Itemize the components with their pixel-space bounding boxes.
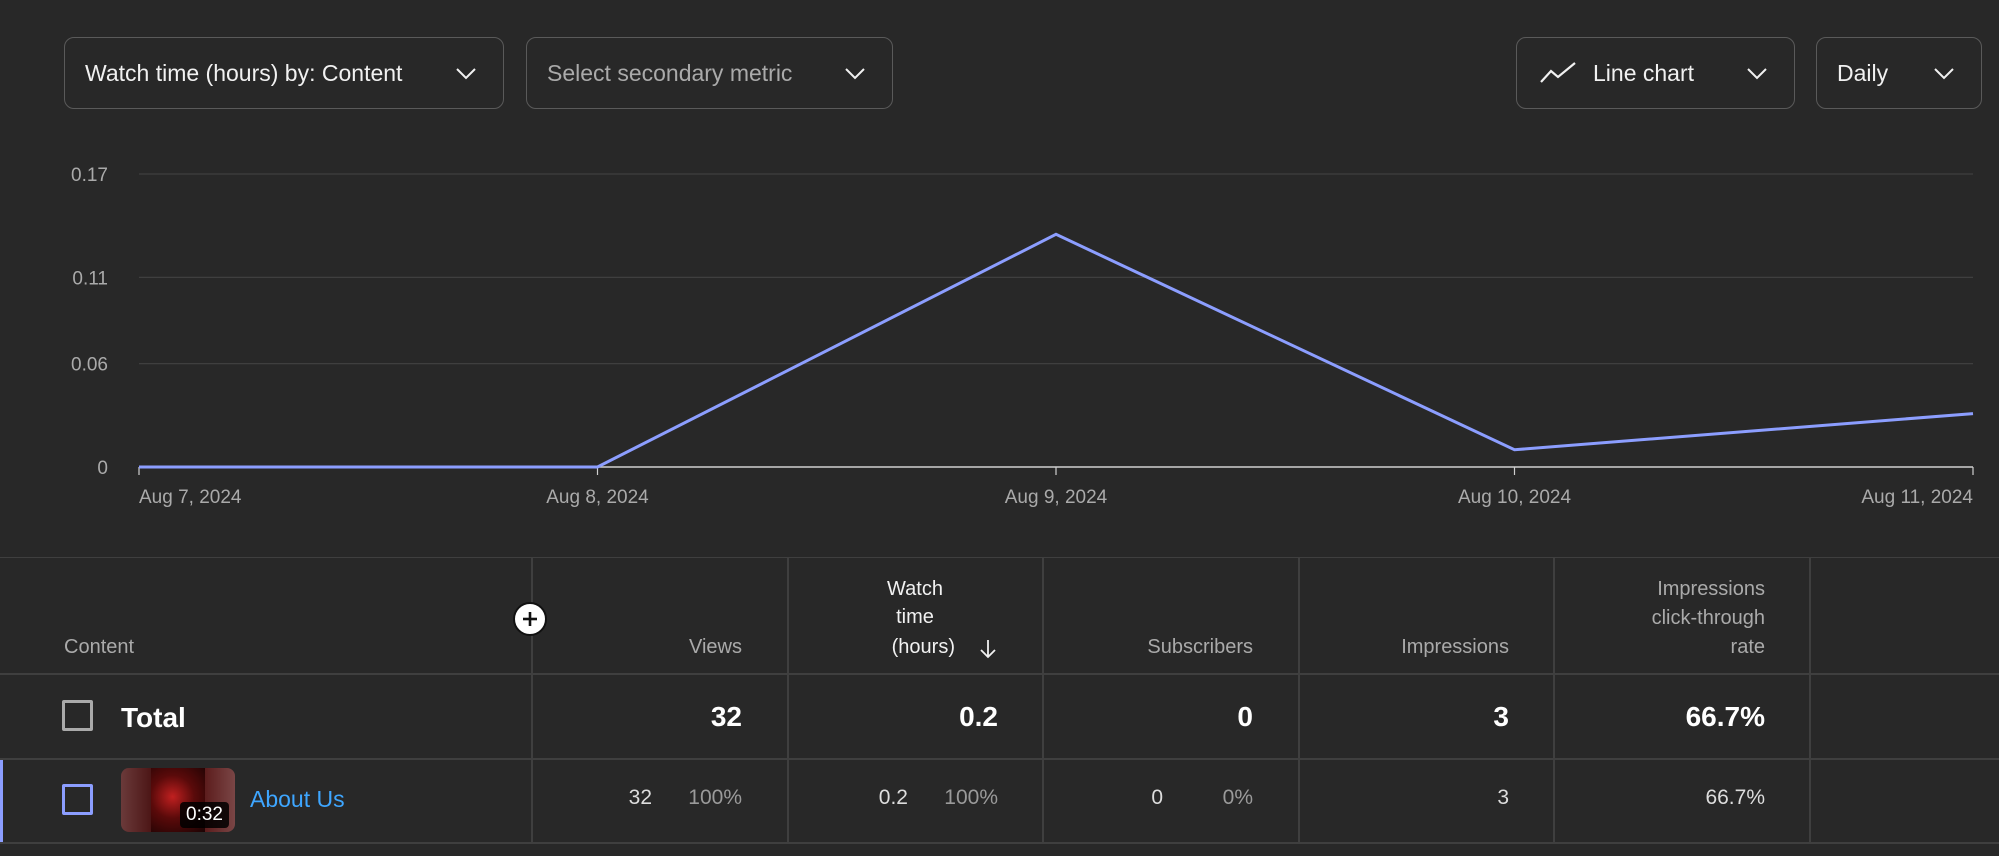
chevron-down-icon [456, 68, 476, 80]
x-tick-label[interactable]: Aug 11, 2024 [1861, 487, 1973, 508]
row-subscribers-pct: 0% [1222, 786, 1253, 809]
add-column-button[interactable] [513, 602, 547, 636]
row-checkbox[interactable] [62, 784, 93, 815]
select-all-checkbox[interactable] [62, 700, 93, 731]
primary-metric-label: Watch time (hours) by: Content [85, 59, 403, 86]
chart-type-dropdown[interactable]: Line chart [1516, 37, 1795, 109]
row-divider [0, 673, 1999, 675]
row-ctr: 66.7% [1705, 786, 1765, 809]
header-watch-time-line3: (hours) [891, 636, 955, 658]
y-tick-label: 0.06 [71, 355, 108, 376]
chevron-down-icon [1934, 68, 1954, 80]
column-divider [1298, 558, 1300, 842]
header-impressions[interactable]: Impressions [1401, 632, 1509, 662]
arrow-down-icon [980, 640, 996, 659]
analytics-panel: Watch time (hours) by: Content Select se… [0, 0, 1999, 856]
header-watch-time-line2: time [896, 606, 934, 628]
row-subscribers: 0 [1151, 786, 1163, 809]
total-label: Total [121, 702, 186, 733]
video-thumbnail[interactable]: 0:32 [121, 768, 235, 832]
secondary-metric-placeholder: Select secondary metric [547, 59, 793, 86]
plus-icon [523, 612, 537, 626]
row-divider [0, 758, 1999, 760]
header-ctr-line3: rate [1730, 636, 1765, 658]
selected-row-indicator [0, 760, 3, 842]
row-views: 32 [628, 786, 652, 809]
content-table: Content Views Watch time (hours) Subscri… [0, 557, 1999, 856]
x-tick-label[interactable]: Aug 7, 2024 [139, 487, 242, 508]
line-chart-icon [1540, 62, 1576, 83]
primary-metric-dropdown[interactable]: Watch time (hours) by: Content [64, 37, 504, 109]
total-ctr: 66.7% [1685, 701, 1765, 732]
x-tick-label[interactable]: Aug 8, 2024 [546, 487, 649, 508]
y-tick-label: 0.17 [71, 165, 108, 186]
row-impressions: 3 [1497, 786, 1509, 809]
chevron-down-icon [1747, 68, 1767, 80]
column-divider [1553, 558, 1555, 842]
column-divider [531, 558, 533, 842]
header-watch-time-line1: Watch [887, 578, 943, 600]
row-watch-time-pct: 100% [944, 786, 998, 809]
y-tick-label: 0 [97, 458, 108, 479]
interval-label: Daily [1837, 59, 1889, 86]
watch-time-line-chart: 0.17 0.11 0.06 0 Aug 7, 2024 Aug 8, 2024 Aug 9… [71, 165, 1974, 508]
chart-type-label: Line chart [1593, 59, 1695, 86]
column-divider [1809, 558, 1811, 842]
column-divider [1042, 558, 1044, 842]
total-views: 32 [710, 701, 742, 732]
total-watch-time: 0.2 [959, 701, 998, 732]
header-content[interactable]: Content [64, 632, 134, 662]
video-duration: 0:32 [180, 802, 229, 828]
series-line-watch-time[interactable] [139, 232, 1974, 469]
row-views-pct: 100% [688, 786, 742, 809]
x-tick-label[interactable]: Aug 10, 2024 [1458, 487, 1571, 508]
header-ctr-line1: Impressions [1657, 578, 1765, 600]
header-subscribers[interactable]: Subscribers [1147, 632, 1253, 662]
column-divider [787, 558, 789, 842]
row-divider [0, 842, 1999, 844]
header-views[interactable]: Views [689, 632, 742, 662]
interval-dropdown[interactable]: Daily [1816, 37, 1982, 109]
video-title-link[interactable]: About Us [250, 786, 345, 813]
header-watch-time[interactable]: Watch time (hours) [860, 574, 1000, 670]
total-impressions: 3 [1493, 701, 1509, 732]
chevron-down-icon [845, 68, 865, 80]
row-watch-time: 0.2 [878, 786, 908, 809]
y-tick-label: 0.11 [72, 268, 108, 289]
header-ctr-line2: click-through [1651, 607, 1765, 629]
header-ctr[interactable]: Impressions click-through rate [1605, 574, 1765, 670]
secondary-metric-dropdown[interactable]: Select secondary metric [526, 37, 893, 109]
x-tick-label[interactable]: Aug 9, 2024 [1005, 487, 1108, 508]
total-subscribers: 0 [1237, 701, 1253, 732]
